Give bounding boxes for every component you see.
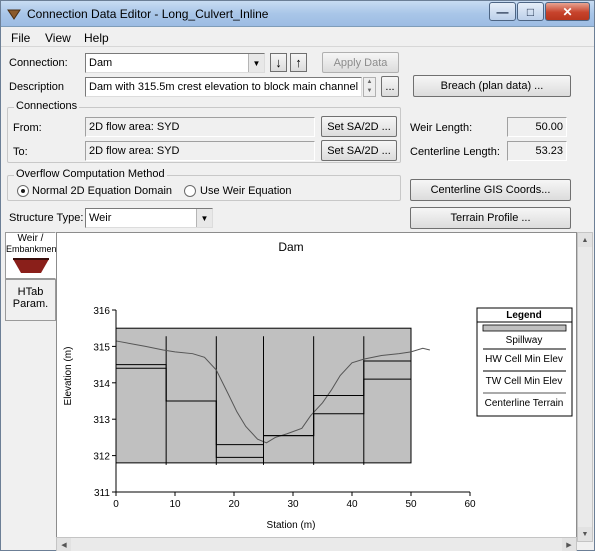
minimize-button[interactable]: — (489, 2, 516, 21)
legend: Legend Spillway HW Cell Min Elev TW Cell… (476, 307, 573, 417)
next-connection-button[interactable]: ↓ (270, 53, 287, 72)
centerline-length-value: 53.23 (507, 141, 567, 161)
structure-type-select[interactable]: Weir ▼ (85, 208, 213, 228)
scroll-right-icon[interactable]: ▶ (562, 538, 576, 551)
description-ellipsis-button[interactable]: ... (381, 76, 399, 97)
x-tick-label-1: 10 (169, 499, 181, 510)
y-tick-label-5: 316 (93, 306, 110, 317)
scroll-up-icon[interactable]: ▲ (578, 233, 592, 247)
terrain-profile-button[interactable]: Terrain Profile ... (410, 207, 571, 229)
centerline-gis-coords-button[interactable]: Centerline GIS Coords... (410, 179, 571, 201)
description-field[interactable]: Dam with 315.5m crest elevation to block… (85, 77, 362, 97)
arrow-down-icon: ↓ (275, 55, 282, 70)
to-label: To: (13, 146, 28, 158)
centerline-length-label: Centerline Length: (410, 146, 500, 158)
x-axis-label: Station (m) (267, 520, 316, 531)
weir-equation-radio[interactable] (184, 185, 196, 197)
tab-htab-param[interactable]: HTab Param. (5, 279, 56, 321)
chevron-down-icon: ▼ (196, 209, 212, 227)
horizontal-scrollbar[interactable]: ◀ ▶ (56, 537, 577, 551)
menu-bar: File View Help (1, 28, 594, 47)
maximize-icon: □ (526, 4, 535, 19)
menu-view[interactable]: View (45, 31, 71, 45)
structure-type-label: Structure Type: (9, 212, 84, 224)
set-from-button[interactable]: Set SA/2D ... (321, 116, 397, 137)
breach-button[interactable]: Breach (plan data) ... (413, 75, 571, 97)
description-spinner[interactable]: ▲ ▼ (363, 77, 376, 97)
title-bar[interactable]: Connection Data Editor - Long_Culvert_In… (1, 1, 594, 27)
weir-length-value: 50.00 (507, 117, 567, 137)
chevron-down-icon: ▼ (248, 54, 264, 72)
set-to-button[interactable]: Set SA/2D ... (321, 140, 397, 161)
to-field: 2D flow area: SYD (85, 141, 315, 161)
weir-equation-label[interactable]: Use Weir Equation (200, 185, 292, 197)
close-icon: ✕ (562, 4, 573, 19)
connections-group-title: Connections (14, 100, 80, 112)
y-tick-label-3: 314 (93, 379, 110, 390)
close-button[interactable]: ✕ (545, 2, 590, 21)
menu-help[interactable]: Help (84, 31, 109, 45)
y-axis-label: Elevation (m) (63, 347, 74, 406)
y-tick-label-4: 315 (93, 342, 110, 353)
legend-label-tw: TW Cell Min Elev (486, 376, 563, 387)
x-tick-label-2: 20 (228, 499, 240, 510)
weir-length-label: Weir Length: (410, 122, 473, 134)
embankment-icon (12, 258, 49, 273)
previous-connection-button[interactable]: ↑ (290, 53, 307, 72)
tab-htab-line2: Param. (12, 298, 49, 310)
tab-weir-embankment[interactable]: Weir / Embankment (5, 232, 60, 279)
legend-label-terrain: Centerline Terrain (485, 398, 564, 409)
description-label: Description (9, 81, 65, 93)
legend-swatch-spillway (482, 324, 567, 332)
minimize-icon: — (496, 4, 509, 19)
profile-plot-panel: Dam 0 10 20 30 40 50 60 311 312 313 314 315 316 Stat… (56, 232, 577, 542)
dam-profile-chart: Dam 0 10 20 30 40 50 60 311 312 313 314 315 316 Stat… (63, 240, 573, 531)
from-field: 2D flow area: SYD (85, 117, 315, 137)
x-tick-label-6: 60 (464, 499, 476, 510)
structure-tabs: Weir / Embankment HTab Param. (5, 232, 60, 551)
vertical-scrollbar[interactable]: ▲ ▼ (577, 232, 593, 542)
from-label: From: (13, 122, 42, 134)
x-tick-label-3: 30 (287, 499, 299, 510)
app-icon (7, 9, 21, 20)
x-tick-label-0: 0 (113, 499, 119, 510)
y-tick-label-2: 313 (93, 415, 110, 426)
scroll-left-icon[interactable]: ◀ (57, 538, 71, 551)
x-tick-label-4: 40 (346, 499, 358, 510)
y-tick-label-1: 312 (93, 452, 110, 463)
maximize-button[interactable]: □ (517, 2, 544, 21)
normal-2d-radio[interactable] (17, 185, 29, 197)
tab-weir-line2: Embankment (6, 244, 60, 254)
connection-select-value: Dam (89, 57, 113, 69)
tab-htab-line1: HTab (17, 286, 44, 298)
spinner-down-icon: ▼ (366, 88, 373, 94)
apply-data-button[interactable]: Apply Data (322, 52, 399, 73)
tab-weir-line1: Weir / (17, 233, 44, 244)
legend-title: Legend (506, 310, 542, 321)
spinner-up-icon: ▲ (366, 79, 373, 85)
structure-type-value: Weir (89, 212, 112, 224)
window-title: Connection Data Editor - Long_Culvert_In… (27, 7, 269, 21)
scroll-down-icon[interactable]: ▼ (578, 527, 592, 541)
chart-title: Dam (278, 240, 303, 254)
overflow-method-title: Overflow Computation Method (14, 168, 167, 180)
arrow-up-icon: ↑ (295, 55, 302, 70)
menu-file[interactable]: File (11, 31, 30, 45)
normal-2d-label[interactable]: Normal 2D Equation Domain (32, 185, 172, 197)
connection-data-editor-window: Connection Data Editor - Long_Culvert_In… (0, 0, 595, 551)
legend-label-hw: HW Cell Min Elev (485, 354, 563, 365)
connection-select[interactable]: Dam ▼ (85, 53, 265, 73)
legend-label-spillway: Spillway (506, 335, 543, 346)
y-tick-label-0: 311 (94, 488, 110, 499)
x-tick-label-5: 50 (405, 499, 417, 510)
connection-label: Connection: (9, 57, 68, 69)
